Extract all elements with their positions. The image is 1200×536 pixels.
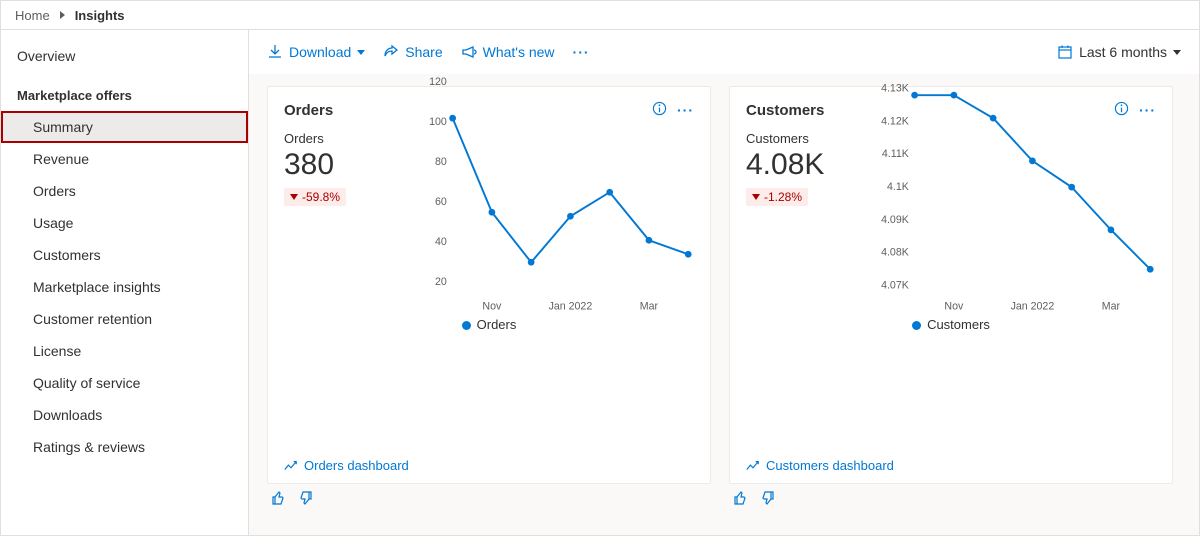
customers-delta-value: -1.28%	[764, 190, 802, 204]
toolbar: Download Share What's new ··· Last 6 mon…	[249, 30, 1199, 74]
svg-text:4.07K: 4.07K	[881, 280, 909, 292]
breadcrumb-current: Insights	[75, 8, 125, 23]
sidebar-item-marketplace-insights[interactable]: Marketplace insights	[1, 271, 248, 303]
customers-kpi-label: Customers	[746, 131, 876, 146]
orders-legend: Orders	[284, 317, 694, 332]
sidebar-item-downloads[interactable]: Downloads	[1, 399, 248, 431]
date-range-label: Last 6 months	[1079, 44, 1167, 60]
orders-kpi-label: Orders	[284, 131, 414, 146]
sidebar-item-license[interactable]: License	[1, 335, 248, 367]
svg-text:20: 20	[435, 276, 447, 288]
sidebar-item-quality-of-service[interactable]: Quality of service	[1, 367, 248, 399]
customers-chart: 4.07K 4.08K 4.09K 4.1K 4.11K 4.12K 4.13K Nov Jan…	[876, 74, 1156, 315]
orders-delta-value: -59.8%	[302, 190, 340, 204]
orders-feedback	[267, 484, 711, 509]
date-range-picker[interactable]: Last 6 months	[1057, 44, 1181, 60]
sidebar-item-customers[interactable]: Customers	[1, 239, 248, 271]
svg-text:4.1K: 4.1K	[887, 181, 909, 193]
svg-text:Mar: Mar	[1102, 301, 1121, 313]
sidebar-item-summary[interactable]: Summary	[1, 111, 248, 143]
sidebar-item-usage[interactable]: Usage	[1, 207, 248, 239]
megaphone-icon	[461, 44, 477, 60]
trend-down-icon	[290, 194, 298, 200]
customers-kpi-value: 4.08K	[746, 148, 876, 182]
thumbs-up-button[interactable]	[271, 490, 287, 509]
customers-legend: Customers	[746, 317, 1156, 332]
whats-new-label: What's new	[483, 44, 555, 60]
trend-down-icon	[752, 194, 760, 200]
svg-text:100: 100	[429, 116, 447, 128]
breadcrumb-home[interactable]: Home	[15, 8, 50, 23]
orders-chart: 20 40 60 80 100 120 Nov Jan 2022 Mar	[414, 74, 694, 315]
customers-feedback	[729, 484, 1173, 509]
sidebar-item-revenue[interactable]: Revenue	[1, 143, 248, 175]
svg-text:4.11K: 4.11K	[882, 148, 909, 160]
chevron-down-icon	[1173, 50, 1181, 55]
svg-text:120: 120	[429, 76, 447, 88]
sidebar-item-orders[interactable]: Orders	[1, 175, 248, 207]
svg-text:Jan 2022: Jan 2022	[549, 301, 593, 313]
orders-dashboard-link[interactable]: Orders dashboard	[284, 450, 694, 473]
svg-text:Nov: Nov	[944, 301, 964, 313]
breadcrumb: Home Insights	[1, 1, 1199, 29]
svg-text:Mar: Mar	[640, 301, 659, 313]
svg-text:Nov: Nov	[482, 301, 502, 313]
thumbs-down-button[interactable]	[297, 490, 313, 509]
whats-new-button[interactable]: What's new	[461, 44, 555, 60]
orders-card: Orders ··· Orders 380	[267, 86, 711, 484]
thumbs-up-button[interactable]	[733, 490, 749, 509]
download-label: Download	[289, 44, 351, 60]
sidebar-item-ratings-reviews[interactable]: Ratings & reviews	[1, 431, 248, 463]
svg-text:4.08K: 4.08K	[881, 247, 909, 259]
chevron-down-icon	[357, 50, 365, 55]
share-button[interactable]: Share	[383, 44, 442, 60]
chevron-right-icon	[60, 11, 65, 19]
toolbar-overflow[interactable]: ···	[573, 44, 590, 60]
trend-icon	[746, 459, 760, 473]
orders-kpi-value: 380	[284, 148, 414, 182]
svg-text:60: 60	[435, 196, 447, 208]
share-icon	[383, 44, 399, 60]
sidebar-section-header: Marketplace offers	[1, 74, 248, 111]
share-label: Share	[405, 44, 442, 60]
customers-card: Customers ··· Customers 4.08K	[729, 86, 1173, 484]
svg-text:4.12K: 4.12K	[881, 115, 909, 127]
sidebar: Overview Marketplace offers Summary Reve…	[1, 30, 249, 535]
svg-text:4.09K: 4.09K	[881, 214, 909, 226]
sidebar-item-customer-retention[interactable]: Customer retention	[1, 303, 248, 335]
svg-text:4.13K: 4.13K	[881, 82, 909, 94]
customers-dashboard-link[interactable]: Customers dashboard	[746, 450, 1156, 473]
download-icon	[267, 44, 283, 60]
download-button[interactable]: Download	[267, 44, 365, 60]
calendar-icon	[1057, 44, 1073, 60]
orders-delta-badge: -59.8%	[284, 188, 346, 206]
trend-icon	[284, 459, 298, 473]
customers-delta-badge: -1.28%	[746, 188, 808, 206]
thumbs-down-button[interactable]	[759, 490, 775, 509]
svg-text:Jan 2022: Jan 2022	[1011, 301, 1055, 313]
sidebar-overview[interactable]: Overview	[1, 38, 248, 74]
svg-text:40: 40	[435, 236, 447, 248]
svg-text:80: 80	[435, 156, 447, 168]
